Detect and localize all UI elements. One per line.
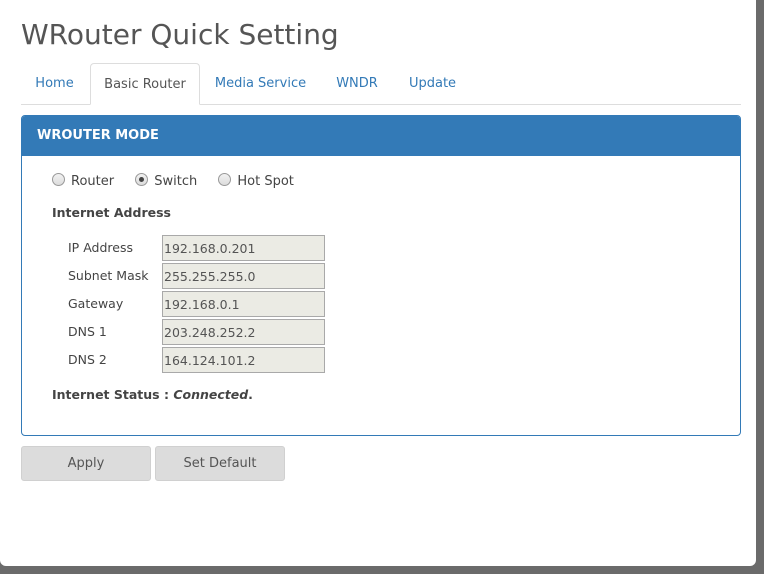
internet-status-value: Connected <box>173 387 249 402</box>
set-default-button[interactable]: Set Default <box>155 446 285 481</box>
ip-address-label: IP Address <box>68 240 133 255</box>
mode-option-hot-spot[interactable]: Hot Spot <box>218 173 294 189</box>
internet-status-label: Internet Status : <box>52 387 169 402</box>
internet-status-suffix: . <box>248 387 253 402</box>
gateway-label: Gateway <box>68 296 124 311</box>
tab-bar: Home Basic Router Media Service WNDR Upd… <box>21 63 741 105</box>
tab-wndr[interactable]: WNDR <box>321 63 393 104</box>
dns1-row: DNS 1 <box>68 319 368 345</box>
ip-address-field[interactable] <box>162 235 325 261</box>
apply-button[interactable]: Apply <box>21 446 151 481</box>
app-window: WRouter Quick Setting Home Basic Router … <box>0 0 756 566</box>
subnet-mask-row: Subnet Mask <box>68 263 368 289</box>
router-radio[interactable] <box>52 173 65 186</box>
page-title: WRouter Quick Setting <box>21 18 339 51</box>
ip-address-row: IP Address <box>68 235 368 261</box>
subnet-mask-field[interactable] <box>162 263 325 289</box>
router-radio-label: Router <box>71 174 115 189</box>
dns2-row: DNS 2 <box>68 347 368 373</box>
hot-spot-radio-label: Hot Spot <box>237 174 294 189</box>
internet-status: Internet Status : Connected. <box>52 387 253 402</box>
tab-media-service[interactable]: Media Service <box>202 63 319 104</box>
wrouter-mode-panel: WROUTER MODE Router Switch Hot Spot Inte… <box>21 115 741 436</box>
switch-radio[interactable] <box>135 173 149 186</box>
mode-option-switch[interactable]: Switch <box>135 173 197 189</box>
tab-home[interactable]: Home <box>21 63 88 104</box>
subnet-mask-label: Subnet Mask <box>68 268 149 283</box>
switch-radio-label: Switch <box>154 174 198 189</box>
tab-update[interactable]: Update <box>395 63 470 104</box>
internet-address-label: Internet Address <box>52 205 171 220</box>
panel-heading: WROUTER MODE <box>22 116 740 156</box>
dns1-label: DNS 1 <box>68 324 107 339</box>
mode-option-router[interactable]: Router <box>52 173 114 189</box>
hot-spot-radio[interactable] <box>218 173 232 186</box>
gateway-field[interactable] <box>162 291 325 317</box>
dns2-field[interactable] <box>162 347 325 373</box>
mode-radio-group: Router Switch Hot Spot <box>52 173 311 189</box>
dns1-field[interactable] <box>162 319 325 345</box>
tab-basic-router[interactable]: Basic Router <box>90 63 200 105</box>
gateway-row: Gateway <box>68 291 368 317</box>
dns2-label: DNS 2 <box>68 352 107 367</box>
